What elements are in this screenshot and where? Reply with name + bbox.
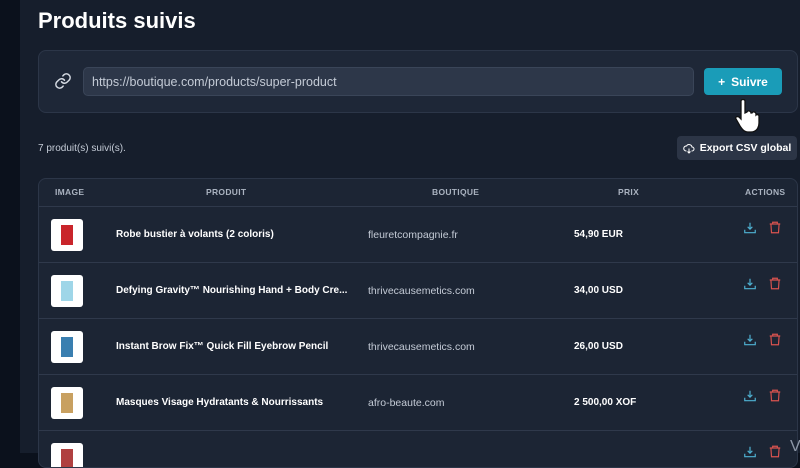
download-icon[interactable] — [743, 445, 757, 459]
product-price: 2 500,00 XOF — [574, 397, 637, 408]
tracked-count: 7 produit(s) suivi(s). — [38, 143, 126, 154]
product-name[interactable]: Instant Brow Fix™ Quick Fill Eyebrow Pen… — [116, 341, 328, 352]
link-icon — [55, 73, 71, 89]
follow-button[interactable]: + Suivre — [704, 68, 782, 95]
product-image — [51, 443, 83, 467]
product-image — [51, 331, 83, 363]
download-icon[interactable] — [743, 221, 757, 235]
product-name[interactable]: Masques Visage Hydratants & Nourrissants — [116, 397, 323, 408]
table-row: Robe bustier à volants (2 coloris) fleur… — [39, 206, 797, 262]
table-row: Masques Visage Hydratants & Nourrissants… — [39, 374, 797, 430]
download-icon[interactable] — [743, 277, 757, 291]
download-icon[interactable] — [743, 333, 757, 347]
table-row: Defying Gravity™ Nourishing Hand + Body … — [39, 262, 797, 318]
trash-icon[interactable] — [768, 220, 782, 235]
column-header-price: PRIX — [618, 187, 640, 197]
cloud-download-icon — [682, 143, 695, 154]
url-input[interactable]: https://boutique.com/products/super-prod… — [83, 67, 694, 96]
trash-icon[interactable] — [768, 388, 782, 403]
product-price: 34,00 USD — [574, 285, 623, 296]
column-header-shop: BOUTIQUE — [432, 187, 480, 197]
shop-name: thrivecausemetics.com — [368, 341, 475, 353]
follow-label: Suivre — [731, 74, 768, 89]
hand-cursor-icon — [735, 98, 760, 133]
products-table: IMAGE PRODUIT BOUTIQUE PRIX ACTIONS Robe… — [38, 178, 798, 468]
product-image — [51, 387, 83, 419]
export-csv-button[interactable]: Export CSV global — [677, 136, 797, 160]
product-image — [51, 219, 83, 251]
column-header-image: IMAGE — [55, 187, 85, 197]
plus-icon: + — [718, 74, 726, 89]
product-price: 54,90 EUR — [574, 229, 623, 240]
shop-name: fleuretcompagnie.fr — [368, 229, 458, 241]
product-price: 26,00 USD — [574, 341, 623, 352]
column-header-actions: ACTIONS — [745, 187, 786, 197]
product-name[interactable]: Robe bustier à volants (2 coloris) — [116, 229, 274, 240]
product-image — [51, 275, 83, 307]
column-header-product: PRODUIT — [206, 187, 247, 197]
page-title: Produits suivis — [38, 8, 196, 33]
product-name[interactable]: Defying Gravity™ Nourishing Hand + Body … — [116, 285, 347, 296]
table-row: Instant Brow Fix™ Quick Fill Eyebrow Pen… — [39, 318, 797, 374]
partial-text: V — [790, 438, 800, 455]
table-row — [39, 430, 797, 467]
trash-icon[interactable] — [768, 276, 782, 291]
trash-icon[interactable] — [768, 332, 782, 347]
export-label: Export CSV global — [699, 142, 792, 154]
shop-name: thrivecausemetics.com — [368, 285, 475, 297]
download-icon[interactable] — [743, 389, 757, 403]
shop-name: afro-beaute.com — [368, 397, 445, 409]
trash-icon[interactable] — [768, 444, 782, 459]
